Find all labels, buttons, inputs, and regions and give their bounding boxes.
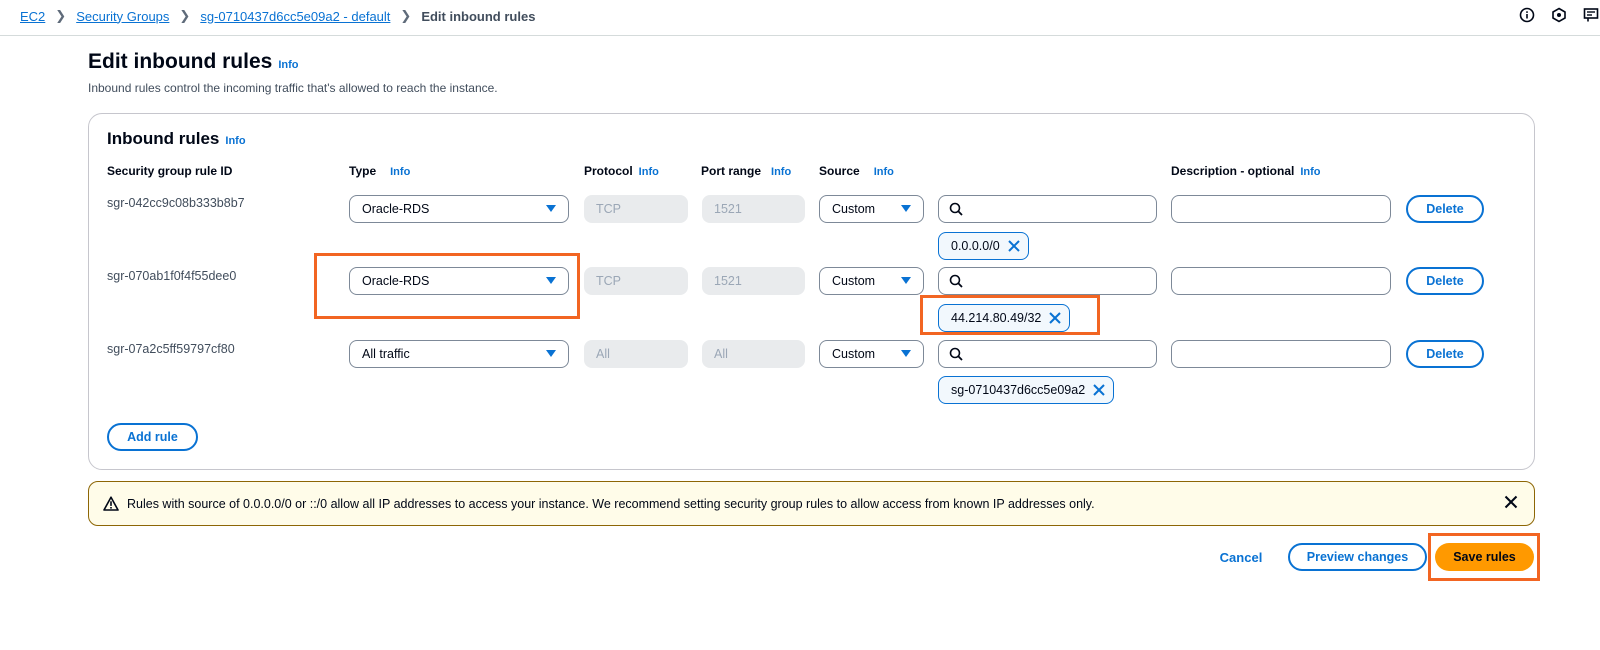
port-range-info-link[interactable]: Info xyxy=(771,166,791,178)
description-input-3[interactable] xyxy=(1172,341,1390,367)
source-select-3-value: Custom xyxy=(832,347,876,361)
source-token-3: sg-0710437d6cc5e09a2 xyxy=(938,376,1115,404)
close-icon[interactable] xyxy=(1504,495,1518,509)
breadcrumb-ec2[interactable]: EC2 xyxy=(20,9,45,24)
description-input-1[interactable] xyxy=(1172,196,1390,222)
breadcrumb-security-groups[interactable]: Security Groups xyxy=(76,9,169,24)
top-utility-icons xyxy=(1518,6,1600,24)
delete-rule-button-1[interactable]: Delete xyxy=(1406,195,1484,223)
page-description: Inbound rules control the incoming traff… xyxy=(88,81,498,95)
page-title-info-link[interactable]: Info xyxy=(278,59,298,71)
source-token-3-label: sg-0710437d6cc5e09a2 xyxy=(951,383,1086,397)
delete-rule-button-3[interactable]: Delete xyxy=(1406,340,1484,368)
chevron-right-icon: ❯ xyxy=(400,8,412,23)
source-token-1: 0.0.0.0/0 xyxy=(938,232,1029,260)
source-token-1-label: 0.0.0.0/0 xyxy=(951,239,1000,253)
source-select-1-value: Custom xyxy=(832,202,876,216)
source-select-2-value: Custom xyxy=(832,274,876,288)
column-header-description: Description - optional Info xyxy=(1171,164,1321,178)
column-header-port-range-text: Port range xyxy=(701,164,762,178)
protocol-info-link[interactable]: Info xyxy=(639,166,659,178)
port-range-field-2: 1521 xyxy=(702,267,805,295)
source-search-input-2[interactable] xyxy=(969,269,1139,293)
protocol-field-2: TCP xyxy=(584,267,688,295)
inbound-rules-info-link[interactable]: Info xyxy=(225,135,245,147)
warning-text: Rules with source of 0.0.0.0/0 or ::/0 a… xyxy=(127,496,1095,511)
caret-down-icon xyxy=(546,205,556,212)
source-search-input-1[interactable] xyxy=(969,197,1139,221)
search-icon xyxy=(949,202,963,216)
highlight-source-token xyxy=(920,295,1100,335)
column-header-protocol: Protocol Info xyxy=(584,164,659,178)
description-field-3[interactable] xyxy=(1171,340,1391,368)
source-search-3[interactable] xyxy=(938,340,1157,368)
cancel-button[interactable]: Cancel xyxy=(1212,543,1270,571)
inbound-rules-heading-text: Inbound rules xyxy=(107,129,220,148)
notifications-icon[interactable] xyxy=(1550,6,1568,24)
column-header-port-range: Port range Info xyxy=(701,164,791,178)
description-info-link[interactable]: Info xyxy=(1300,166,1320,178)
delete-rule-button-2[interactable]: Delete xyxy=(1406,267,1484,295)
warning-icon xyxy=(103,496,119,511)
search-icon xyxy=(949,347,963,361)
source-search-1[interactable] xyxy=(938,195,1157,223)
top-bar: EC2 ❯ Security Groups ❯ sg-0710437d6cc5e… xyxy=(0,0,1600,36)
highlight-save-button xyxy=(1428,533,1540,581)
highlight-type-select xyxy=(314,253,580,319)
type-select-1-value: Oracle-RDS xyxy=(362,202,430,216)
search-icon xyxy=(949,274,963,288)
description-field-1[interactable] xyxy=(1171,195,1391,223)
column-header-rule-id: Security group rule ID xyxy=(107,164,233,178)
add-rule-button[interactable]: Add rule xyxy=(107,423,198,451)
type-select-1[interactable]: Oracle-RDS xyxy=(349,195,569,223)
port-range-field-1: 1521 xyxy=(702,195,805,223)
column-header-source-text: Source xyxy=(819,164,860,178)
breadcrumb-security-group[interactable]: sg-0710437d6cc5e09a2 - default xyxy=(200,9,390,24)
info-circle-icon[interactable] xyxy=(1518,6,1536,24)
source-search-2[interactable] xyxy=(938,267,1157,295)
type-select-3-value: All traffic xyxy=(362,347,410,361)
port-range-field-3: All xyxy=(702,340,805,368)
column-header-description-text: Description - optional xyxy=(1171,164,1295,178)
protocol-field-1: TCP xyxy=(584,195,688,223)
feedback-icon[interactable] xyxy=(1582,6,1600,24)
source-search-input-3[interactable] xyxy=(969,342,1139,366)
caret-down-icon xyxy=(546,350,556,357)
source-select-3[interactable]: Custom xyxy=(819,340,924,368)
breadcrumb-current: Edit inbound rules xyxy=(421,8,536,24)
column-header-type-text: Type xyxy=(349,164,377,178)
caret-down-icon xyxy=(901,350,911,357)
close-icon[interactable] xyxy=(1007,240,1020,252)
description-input-2[interactable] xyxy=(1172,268,1390,294)
type-select-3[interactable]: All traffic xyxy=(349,340,569,368)
caret-down-icon xyxy=(901,205,911,212)
source-info-link[interactable]: Info xyxy=(874,166,894,178)
inbound-rules-heading: Inbound rules Info xyxy=(107,129,246,149)
chevron-right-icon: ❯ xyxy=(55,8,67,23)
source-select-1[interactable]: Custom xyxy=(819,195,924,223)
column-header-protocol-text: Protocol xyxy=(584,164,633,178)
description-field-2[interactable] xyxy=(1171,267,1391,295)
preview-changes-button[interactable]: Preview changes xyxy=(1288,543,1427,571)
source-select-2[interactable]: Custom xyxy=(819,267,924,295)
protocol-field-3: All xyxy=(584,340,688,368)
rule-id-1: sgr-042cc9c08b333b8b7 xyxy=(107,196,245,210)
rule-id-3: sgr-07a2c5ff59797cf80 xyxy=(107,342,235,356)
breadcrumb: EC2 ❯ Security Groups ❯ sg-0710437d6cc5e… xyxy=(20,8,535,24)
rule-id-2: sgr-070ab1f0f4f55dee0 xyxy=(107,269,237,283)
page-title-text: Edit inbound rules xyxy=(88,50,273,73)
chevron-right-icon: ❯ xyxy=(179,8,191,23)
column-header-type: Type Info xyxy=(349,164,410,178)
warning-banner: Rules with source of 0.0.0.0/0 or ::/0 a… xyxy=(88,481,1535,526)
type-info-link[interactable]: Info xyxy=(390,166,410,178)
close-icon[interactable] xyxy=(1093,384,1105,396)
inbound-rules-container: Inbound rules Info Security group rule ID… xyxy=(88,113,1535,470)
column-header-source: Source Info xyxy=(819,164,894,178)
caret-down-icon xyxy=(901,277,911,284)
page-title: Edit inbound rules Info xyxy=(88,50,299,74)
